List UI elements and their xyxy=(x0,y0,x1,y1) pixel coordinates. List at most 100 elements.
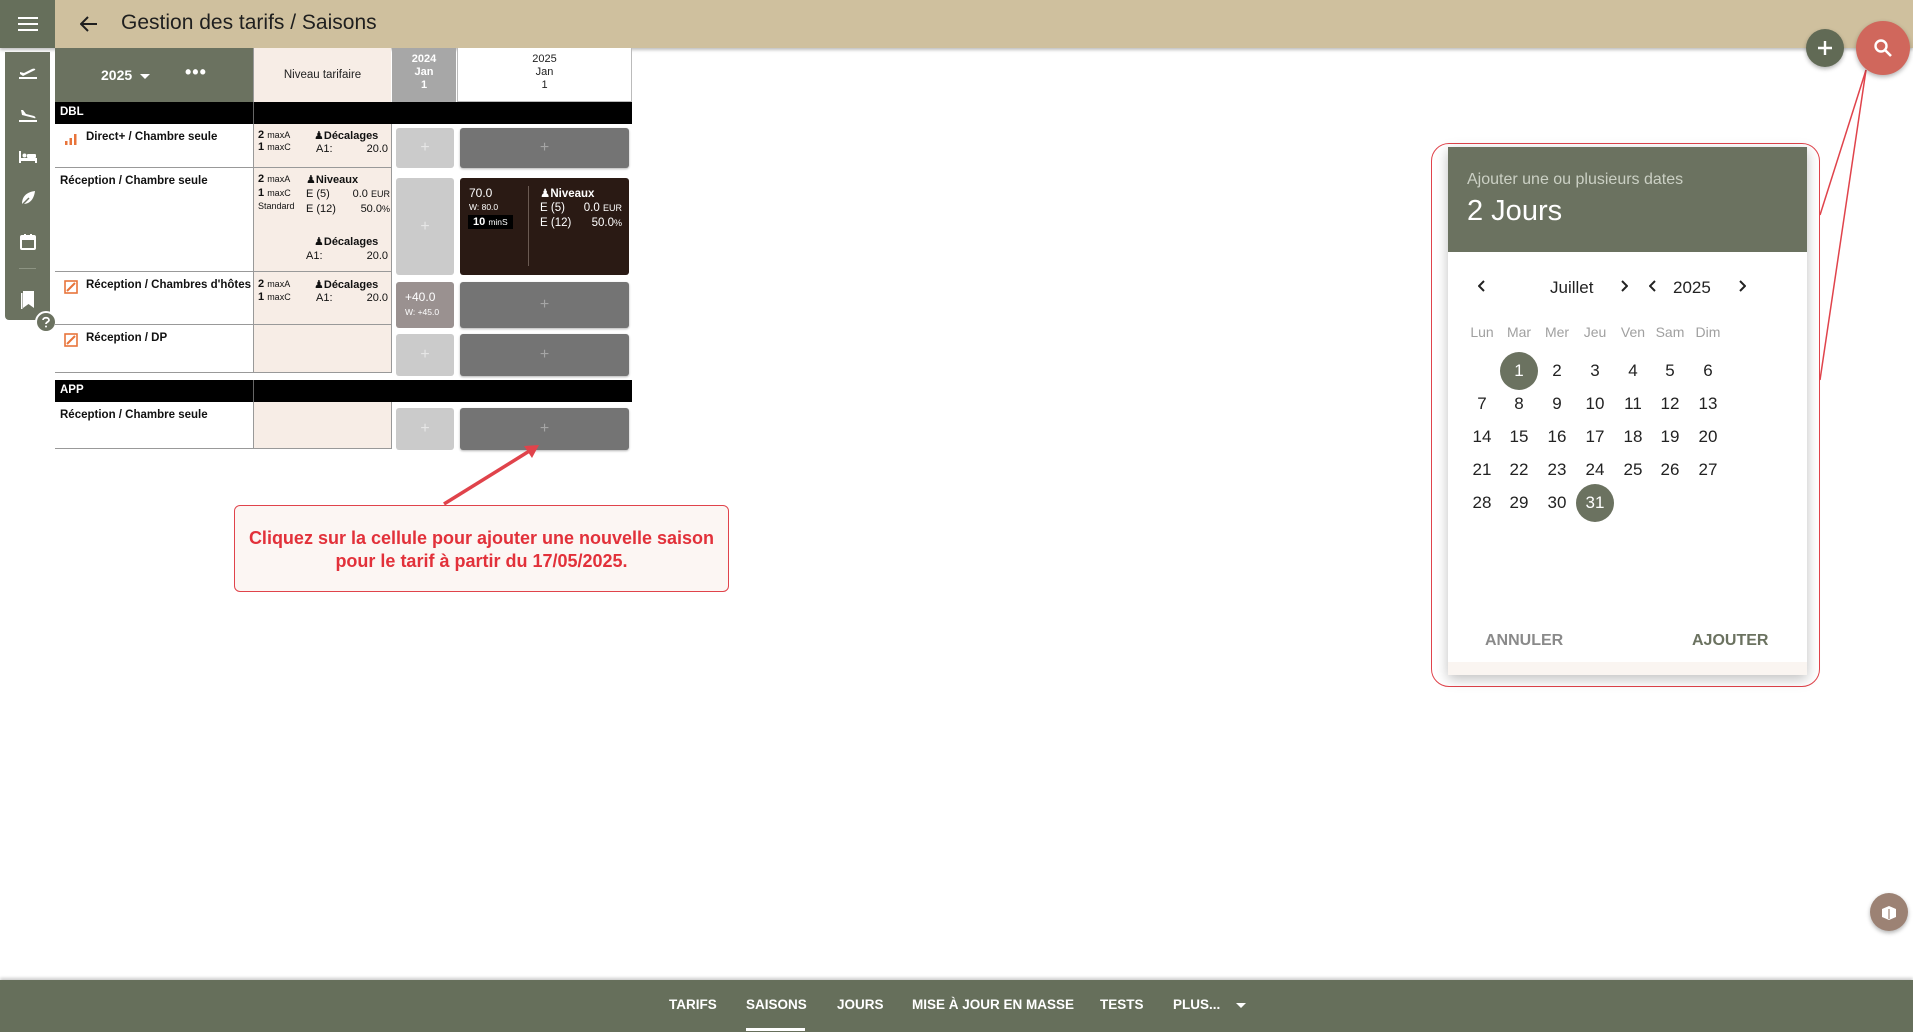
calendar-day[interactable]: 30 xyxy=(1538,484,1576,522)
sidebar-item-departures[interactable] xyxy=(5,56,50,88)
niveau-cell: 2 maxA 1 maxC ♟Décalages A1: 20.0 xyxy=(253,272,392,325)
e12-value: 50.0 xyxy=(591,217,614,229)
calendar-day[interactable]: 29 xyxy=(1500,484,1538,522)
max-children: 1 xyxy=(258,187,265,199)
next-year-button[interactable] xyxy=(1730,274,1754,298)
tab-plus[interactable]: PLUS... xyxy=(1173,997,1247,1012)
app-root: Gestion des tarifs / Saisons 2025 ••• Ni… xyxy=(0,0,1913,1032)
sidebar-item-arrivals[interactable] xyxy=(5,99,50,131)
sidebar-item-calendar[interactable] xyxy=(5,226,50,258)
signal-bars-icon xyxy=(65,134,77,145)
e12-label: E (12) xyxy=(306,203,336,215)
niveau-cell xyxy=(253,325,392,373)
person-icon: ♟ xyxy=(306,174,316,186)
e12-value: 50.0 xyxy=(360,203,382,215)
add-season-cell-2025[interactable]: + xyxy=(460,128,629,168)
back-button[interactable] xyxy=(74,9,104,39)
tab-plus-label: PLUS... xyxy=(1173,997,1221,1012)
max-c-label: maxC xyxy=(267,142,291,152)
row-label-text: Réception / DP xyxy=(86,332,168,344)
search-button[interactable] xyxy=(1856,21,1910,75)
section-header-app: APP xyxy=(55,380,632,402)
column-header-2024[interactable]: 2024 Jan 1 xyxy=(392,48,456,102)
e5-value: 0.0 xyxy=(352,188,368,200)
tab-jours[interactable]: JOURS xyxy=(837,997,884,1012)
bookmark-icon xyxy=(20,291,34,309)
sidebar-item-eco[interactable] xyxy=(5,182,50,214)
next-month-button[interactable] xyxy=(1612,274,1636,298)
max-c-label: maxC xyxy=(267,188,291,198)
tab-tests[interactable]: TESTS xyxy=(1100,997,1144,1012)
date-picker-title: 2 Jours xyxy=(1467,195,1563,227)
date-picker-footer xyxy=(1448,662,1807,675)
prev-year-button[interactable] xyxy=(1641,274,1665,298)
table-row-label[interactable]: Réception / Chambre seule xyxy=(55,168,253,272)
person-icon: ♟ xyxy=(314,236,324,248)
min-stay-label: minS xyxy=(488,217,508,227)
tab-saisons[interactable]: SAISONS xyxy=(746,997,807,1012)
add-season-cell-2025[interactable]: + xyxy=(460,282,629,328)
column-2024-year: 2024 xyxy=(411,53,437,65)
date-picker-dialog: Ajouter une ou plusieurs dates 2 Jours J… xyxy=(1448,147,1807,675)
calendar-day[interactable]: 27 xyxy=(1689,451,1727,489)
chevron-left-icon xyxy=(1478,280,1485,292)
min-stay-badge: 10 minS xyxy=(468,215,513,229)
max-a-label: maxA xyxy=(267,174,291,184)
sidebar-item-rooms[interactable] xyxy=(5,141,50,173)
cancel-button[interactable]: ANNULER xyxy=(1485,632,1563,650)
season-cell[interactable]: 70.0 W: 80.0 10 minS ♟Niveaux E (5) 0.0 E… xyxy=(460,178,629,275)
a1-label: A1: xyxy=(316,143,333,155)
flight-takeoff-icon xyxy=(18,68,37,79)
calendar-day[interactable]: 28 xyxy=(1463,484,1501,522)
calendar-day[interactable]: 25 xyxy=(1614,451,1652,489)
prev-month-button[interactable] xyxy=(1470,274,1494,298)
help-widget-button[interactable] xyxy=(1870,893,1908,931)
add-season-cell-2024[interactable]: + xyxy=(396,334,454,376)
help-icon[interactable] xyxy=(35,311,57,333)
year-selector[interactable]: 2025 xyxy=(101,67,151,83)
leaf-icon xyxy=(19,191,35,207)
row-label-text: Réception / Chambres d'hôtes xyxy=(86,279,252,291)
more-options-icon[interactable]: ••• xyxy=(185,62,207,83)
rate-edit-icon xyxy=(64,280,78,294)
arrow-left-icon xyxy=(80,16,97,32)
table-row-label[interactable]: Réception / Chambre seule xyxy=(55,402,253,449)
a1-label: A1: xyxy=(316,292,333,304)
max-adults: 2 xyxy=(258,173,265,185)
max-c-label: maxC xyxy=(267,292,291,302)
row-label-text: Direct+ / Chambre seule xyxy=(86,131,218,143)
table-row-label[interactable]: Direct+ / Chambre seule xyxy=(55,124,253,168)
table-row-label[interactable]: Réception / Chambres d'hôtes xyxy=(55,272,253,325)
season-cell-2024[interactable]: +40.0 W: +45.0 xyxy=(396,282,454,328)
niveau-header: Niveau tarifaire xyxy=(253,48,391,102)
page-title: Gestion des tarifs / Saisons xyxy=(121,11,377,34)
grid-header-controls: 2025 ••• xyxy=(55,48,253,102)
sidebar-divider xyxy=(19,268,36,269)
season-weekend-price: W: +45.0 xyxy=(405,307,440,317)
add-season-cell-2025[interactable]: + xyxy=(460,408,629,450)
date-picker-body: Juillet 2025 Lun Mar Mer Jeu Ven Sam Dim 12345… xyxy=(1448,252,1807,675)
decalages-label: Décalages xyxy=(323,236,379,248)
menu-button[interactable] xyxy=(0,0,55,48)
callout-line-top xyxy=(1819,69,1867,216)
tab-tarifs[interactable]: TARIFS xyxy=(669,997,717,1012)
column-2024-day: 1 xyxy=(420,79,428,91)
column-header-2025[interactable]: 2025 Jan 1 xyxy=(457,48,632,102)
max-adults: 2 xyxy=(258,129,265,141)
date-picker-header: Ajouter une ou plusieurs dates 2 Jours xyxy=(1448,147,1807,252)
add-season-cell-2024[interactable]: + xyxy=(396,178,454,275)
column-2025-day: 1 xyxy=(541,79,548,91)
date-picker-subtitle: Ajouter une ou plusieurs dates xyxy=(1467,171,1684,188)
add-season-cell-2024[interactable]: + xyxy=(396,128,454,168)
standard-label: Standard xyxy=(258,201,295,211)
add-dates-button[interactable]: AJOUTER xyxy=(1692,632,1768,650)
e5-label: E (5) xyxy=(306,188,330,200)
add-season-cell-2025[interactable]: + xyxy=(460,334,629,376)
add-button[interactable] xyxy=(1806,29,1844,67)
tab-mise-a-jour-en-masse[interactable]: MISE À JOUR EN MASSE xyxy=(912,997,1074,1012)
calendar-day[interactable]: 26 xyxy=(1651,451,1689,489)
a1-value: 20.0 xyxy=(366,250,388,262)
table-row-label[interactable]: Réception / DP xyxy=(55,325,253,373)
calendar-day[interactable]: 31 xyxy=(1576,484,1614,522)
add-season-cell-2024[interactable]: + xyxy=(396,408,454,450)
